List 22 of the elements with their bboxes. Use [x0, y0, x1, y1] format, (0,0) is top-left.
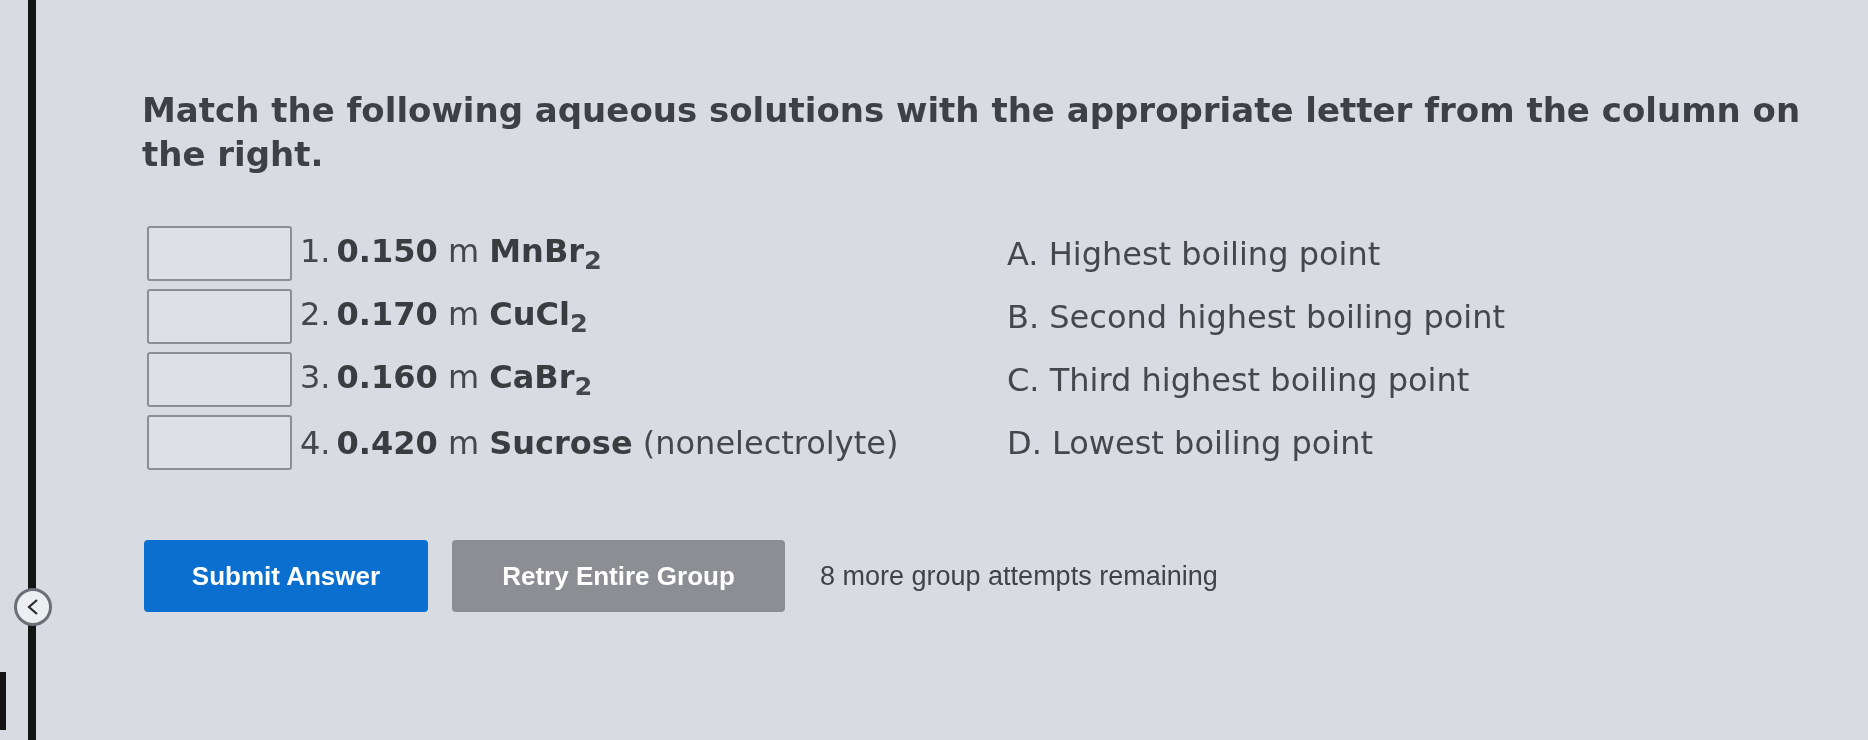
answer-field[interactable] [147, 226, 292, 281]
choice-text: A. Highest boiling point [1007, 234, 1382, 273]
submit-button[interactable]: Submit Answer [144, 540, 428, 612]
question-text: Match the following aqueous solutions with the appropriate letter from the column on the right. [142, 89, 1802, 176]
choice-text: B. Second highest boiling point [1007, 297, 1506, 336]
answer-field[interactable] [147, 415, 292, 470]
choice-text: C. Third highest boiling point [1007, 360, 1471, 399]
item-number: 3. [300, 357, 331, 396]
solution-text: 0.160 m CaBr$_{2}$ [336, 357, 593, 402]
item-number: 2. [300, 294, 331, 333]
answer-field[interactable] [147, 352, 292, 407]
chevron-left-icon [27, 599, 39, 615]
item-number: 1. [300, 231, 331, 270]
solution-text: 0.420 m Sucrose (nonelectrolyte) [336, 423, 899, 462]
solution-text: 0.150 m MnBr$_{2}$ [336, 231, 602, 276]
retry-button[interactable]: Retry Entire Group [452, 540, 785, 612]
choice-text: D. Lowest boiling point [1007, 423, 1374, 462]
solution-text: 0.170 m CuCl$_{2}$ [336, 294, 588, 339]
answer-field[interactable] [147, 289, 292, 344]
collapse-button[interactable] [14, 588, 52, 626]
item-number: 4. [300, 423, 331, 462]
attempts-text: 8 more group attempts remaining [820, 560, 1218, 592]
